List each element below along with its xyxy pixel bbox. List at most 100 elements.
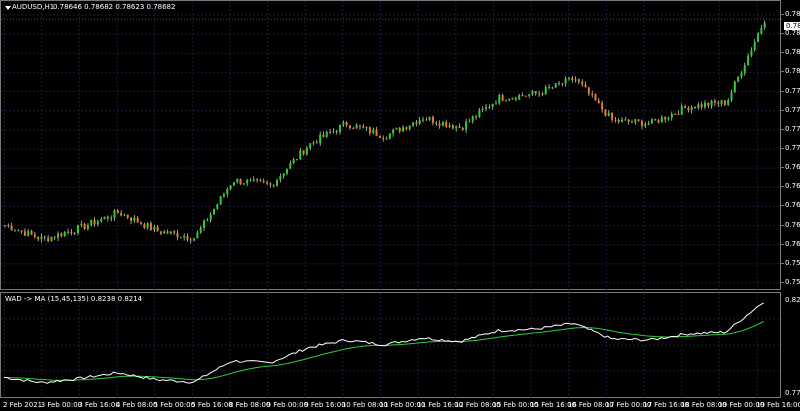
- candle: [604, 109, 607, 116]
- ma-line: [3, 321, 764, 381]
- candle: [747, 55, 750, 66]
- time-axis-label: 4 Feb 08:00: [115, 401, 158, 409]
- candle: [106, 216, 109, 219]
- candle: [222, 194, 225, 197]
- candle: [305, 147, 308, 154]
- candle: [425, 119, 428, 121]
- ohlc-readout: 0.78646 0.78682 0.78623 0.78682: [53, 3, 176, 11]
- candle: [302, 150, 305, 154]
- price-axis-label: 0.76470: [785, 201, 800, 210]
- candle: [402, 127, 405, 132]
- candle: [634, 119, 637, 123]
- candle: [358, 125, 361, 127]
- candle: [733, 81, 736, 93]
- candle: [40, 236, 43, 240]
- candle: [315, 142, 318, 144]
- candle: [421, 119, 424, 121]
- candle: [246, 179, 249, 184]
- price-axis-tick: [781, 128, 784, 130]
- candle: [70, 231, 73, 234]
- candle: [528, 94, 531, 96]
- candle: [100, 219, 103, 222]
- indicator-panel[interactable]: WAD -> MA (15,45,135) 0.8238 0.8214: [0, 292, 782, 399]
- candle: [727, 100, 730, 105]
- candle: [567, 77, 570, 79]
- candle: [339, 124, 342, 132]
- candle: [488, 106, 491, 108]
- time-axis-label: 9 Feb 00:00: [266, 401, 309, 409]
- candle: [196, 232, 199, 239]
- candle: [621, 119, 624, 123]
- price-axis-tick: [781, 282, 784, 283]
- candle: [654, 119, 657, 121]
- price-axis-label: 0.75790: [785, 258, 800, 267]
- candle: [703, 102, 706, 108]
- time-axis-label: 8 Feb 08:00: [228, 401, 271, 409]
- candle: [574, 79, 577, 81]
- candle: [33, 234, 36, 237]
- candle: [571, 77, 574, 81]
- candle: [133, 217, 136, 221]
- candle: [614, 119, 617, 121]
- price-chart-canvas[interactable]: [1, 1, 782, 291]
- candle: [229, 185, 232, 190]
- indicator-canvas[interactable]: [1, 293, 782, 399]
- candle: [272, 184, 275, 186]
- price-axis-label: 0.76695: [785, 182, 800, 191]
- candle: [697, 104, 700, 109]
- candle: [345, 122, 348, 126]
- candle: [554, 83, 557, 88]
- candle: [501, 95, 504, 101]
- candle: [123, 214, 126, 216]
- candle: [740, 73, 743, 77]
- candle: [594, 94, 597, 101]
- candle: [538, 93, 541, 95]
- price-chart-panel[interactable]: AUDUSD,H1 0.78646 0.78682 0.78623 0.7868…: [0, 0, 782, 291]
- candle: [541, 93, 544, 95]
- candle: [720, 100, 723, 104]
- candle: [375, 129, 378, 136]
- price-axis-label: 0.77145: [785, 144, 800, 152]
- candle: [398, 127, 401, 132]
- candle: [405, 127, 408, 129]
- candle: [103, 216, 106, 220]
- candle: [670, 113, 673, 118]
- candle: [169, 231, 172, 234]
- candle: [491, 103, 494, 108]
- candle: [299, 150, 302, 160]
- time-axis-label: 3 Feb 00:00: [40, 401, 83, 409]
- price-axis-tick: [781, 71, 784, 73]
- candle: [285, 168, 288, 174]
- candle: [335, 131, 338, 133]
- candle: [657, 120, 660, 123]
- candle: [385, 138, 388, 140]
- candle: [611, 112, 614, 120]
- candle: [212, 208, 215, 215]
- candle: [521, 94, 524, 96]
- candle: [617, 119, 620, 123]
- candle: [494, 103, 497, 105]
- candle: [239, 178, 242, 184]
- candle: [548, 87, 551, 89]
- candle: [262, 181, 265, 183]
- candle: [342, 122, 345, 125]
- candle: [475, 116, 478, 118]
- candle: [93, 219, 96, 225]
- candle: [458, 126, 461, 128]
- candle: [481, 108, 484, 110]
- indicator-title: WAD -> MA (15,45,135) 0.8238 0.8214: [5, 295, 143, 303]
- candle: [312, 142, 315, 144]
- candle: [660, 117, 663, 123]
- candle: [63, 232, 66, 237]
- candle: [757, 33, 760, 42]
- candle: [232, 182, 235, 186]
- chart-menu-triangle-icon[interactable]: [5, 6, 11, 10]
- price-axis-tick: [781, 186, 784, 188]
- candle: [630, 121, 633, 123]
- candle: [332, 131, 335, 133]
- candle: [96, 221, 99, 225]
- candle: [252, 179, 255, 181]
- candle: [146, 223, 149, 228]
- candle: [60, 233, 63, 237]
- candle: [760, 27, 763, 34]
